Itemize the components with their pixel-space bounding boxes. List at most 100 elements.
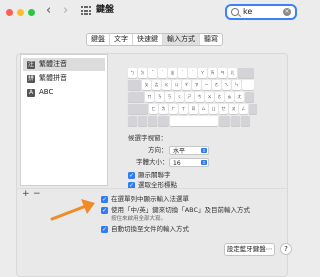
caps-lock-key — [128, 92, 144, 102]
key: ㄙ — [199, 104, 208, 114]
pinyin-icon: 拼 — [27, 75, 35, 83]
control-key — [138, 116, 147, 126]
space-key — [170, 116, 218, 126]
key: ㄛ — [212, 80, 221, 90]
key: ㄘ — [195, 92, 204, 102]
caps-lock-switch-label: 使用「中/英」鍵來切換「ABC」及目前輸入方式 — [111, 206, 251, 214]
checkbox-show-associated[interactable]: ✓ — [128, 172, 135, 179]
font-size-select[interactable]: 16 ⇕ — [169, 158, 209, 167]
key: ㄧ — [202, 80, 211, 90]
option-key — [231, 116, 240, 126]
zoom-window-button[interactable] — [28, 9, 35, 16]
show-associated-label: 顯示關聯字 — [138, 171, 171, 179]
key — [242, 80, 254, 90]
checkbox-show-input-menu[interactable]: ✓ — [101, 196, 108, 203]
keyboard-layout-preview: ㄅ ㄉ ˇ ˋ ㄓ ˊ ˙ ㄚ ㄞ ㄢ ㄦ ㄆ ㄊ ㄍ ㄐ ㄔ ㄗ ㄧ ㄛ ㄟ … — [128, 68, 257, 128]
tab-text[interactable]: 文字 — [110, 34, 133, 45]
key: ㄌ — [159, 104, 168, 114]
tab-shortcuts[interactable]: 快速鍵 — [133, 34, 163, 45]
keyboard-row — [128, 116, 250, 126]
delete-key — [238, 68, 254, 78]
keyboard-row: ㄈ ㄌ ㄏ ㄒ ㄖ ㄙ ㄩ ㄝ ㄡ ㄥ — [128, 104, 257, 114]
tab-bar: 鍵盤 文字 快速鍵 輸入方式 聽寫 — [86, 33, 223, 46]
key: ˊ — [178, 68, 187, 78]
key: ㄥ — [239, 104, 248, 114]
section-divider — [16, 188, 288, 189]
checkbox-caps-lock-switch[interactable]: ✓ — [101, 207, 108, 214]
key: ㄇ — [145, 92, 154, 102]
add-source-button[interactable]: + — [22, 189, 30, 199]
input-source-label: 繁體注音 — [39, 60, 67, 68]
search-icon — [231, 8, 239, 16]
font-size-label: 字體大小： — [136, 158, 169, 166]
key: ㄎ — [165, 92, 174, 102]
input-source-pinyin[interactable]: 拼 繁體拼音 — [23, 72, 105, 85]
input-source-zhuyin[interactable]: 注 繁體注音 — [23, 58, 105, 71]
font-size-value: 16 — [173, 160, 181, 167]
key: ㄖ — [189, 104, 198, 114]
keyboard-row: ㄆ ㄊ ㄍ ㄐ ㄔ ㄗ ㄧ ㄛ ㄟ ㄣ — [128, 80, 254, 90]
key: ㄜ — [215, 92, 224, 102]
key: ㄨ — [205, 92, 214, 102]
key: ㄕ — [185, 92, 194, 102]
key: ㄆ — [142, 80, 151, 90]
key: ㄋ — [155, 92, 164, 102]
key: ㄞ — [208, 68, 217, 78]
key: ㄒ — [179, 104, 188, 114]
back-button[interactable]: ‹ — [46, 4, 51, 18]
key: ㄐ — [172, 80, 181, 90]
title-bar: ‹ › 鍵盤 ke × — [0, 0, 300, 26]
close-window-button[interactable] — [6, 9, 13, 16]
key: ㄈ — [149, 104, 158, 114]
key: ㄚ — [198, 68, 207, 78]
checkbox-auto-switch[interactable]: ✓ — [101, 226, 108, 233]
key: ㄦ — [228, 68, 237, 78]
key: ㄏ — [169, 104, 178, 114]
minimize-window-button[interactable] — [17, 9, 24, 16]
input-source-abc[interactable]: A ABC — [23, 86, 105, 99]
clear-search-icon[interactable]: × — [283, 8, 291, 16]
show-all-grid-icon[interactable] — [81, 6, 91, 16]
input-source-list: 注 繁體注音 拼 繁體拼音 A ABC — [20, 54, 108, 186]
help-button[interactable]: ? — [280, 243, 292, 255]
direction-value: 水平 — [173, 148, 186, 155]
key: ㄅ — [128, 68, 137, 78]
setup-bluetooth-keyboard-button[interactable]: 設定藍牙鍵盤⋯ — [224, 243, 275, 256]
key: ˙ — [188, 68, 197, 78]
key: ㄣ — [232, 80, 241, 90]
command-key — [219, 116, 230, 126]
command-key — [158, 116, 169, 126]
stepper-icon: ⇕ — [201, 160, 207, 165]
fn-key — [128, 116, 137, 126]
key: ㄗ — [192, 80, 201, 90]
zhuyin-icon: 注 — [27, 61, 35, 69]
remove-source-button[interactable]: − — [33, 189, 41, 199]
keyboard-row: ㄅ ㄉ ˇ ˋ ㄓ ˊ ˙ ㄚ ㄞ ㄢ ㄦ — [128, 68, 254, 78]
forward-button[interactable]: › — [63, 4, 68, 18]
direction-select[interactable]: 水平 ⇕ — [169, 146, 209, 155]
stepper-icon: ⇕ — [201, 148, 207, 153]
tab-input-sources[interactable]: 輸入方式 — [163, 34, 200, 45]
key: ㄔ — [182, 80, 191, 90]
show-input-menu-label: 在選單列中顯示輸入法選單 — [111, 195, 189, 203]
key: ㄟ — [222, 80, 231, 90]
return-key — [245, 92, 254, 102]
input-source-label: ABC — [39, 88, 54, 96]
tab-dictation[interactable]: 聽寫 — [200, 34, 222, 45]
search-input[interactable]: ke — [243, 7, 252, 17]
search-field[interactable]: ke × — [225, 4, 297, 20]
tab-keyboard[interactable]: 鍵盤 — [87, 34, 110, 45]
key: ㄊ — [152, 80, 161, 90]
direction-label: 方向： — [148, 146, 168, 154]
key: ㄝ — [219, 104, 228, 114]
key: ㄤ — [235, 92, 244, 102]
key: ㄩ — [209, 104, 218, 114]
key: ˋ — [158, 68, 167, 78]
abc-icon: A — [27, 89, 35, 97]
arrow-keys — [241, 116, 250, 126]
input-source-label: 繁體拼音 — [39, 74, 67, 82]
key: ㄢ — [218, 68, 227, 78]
key: ㄍ — [162, 80, 171, 90]
key: ㄡ — [229, 104, 238, 114]
candidate-window-header: 候選字視窗： — [128, 134, 167, 142]
